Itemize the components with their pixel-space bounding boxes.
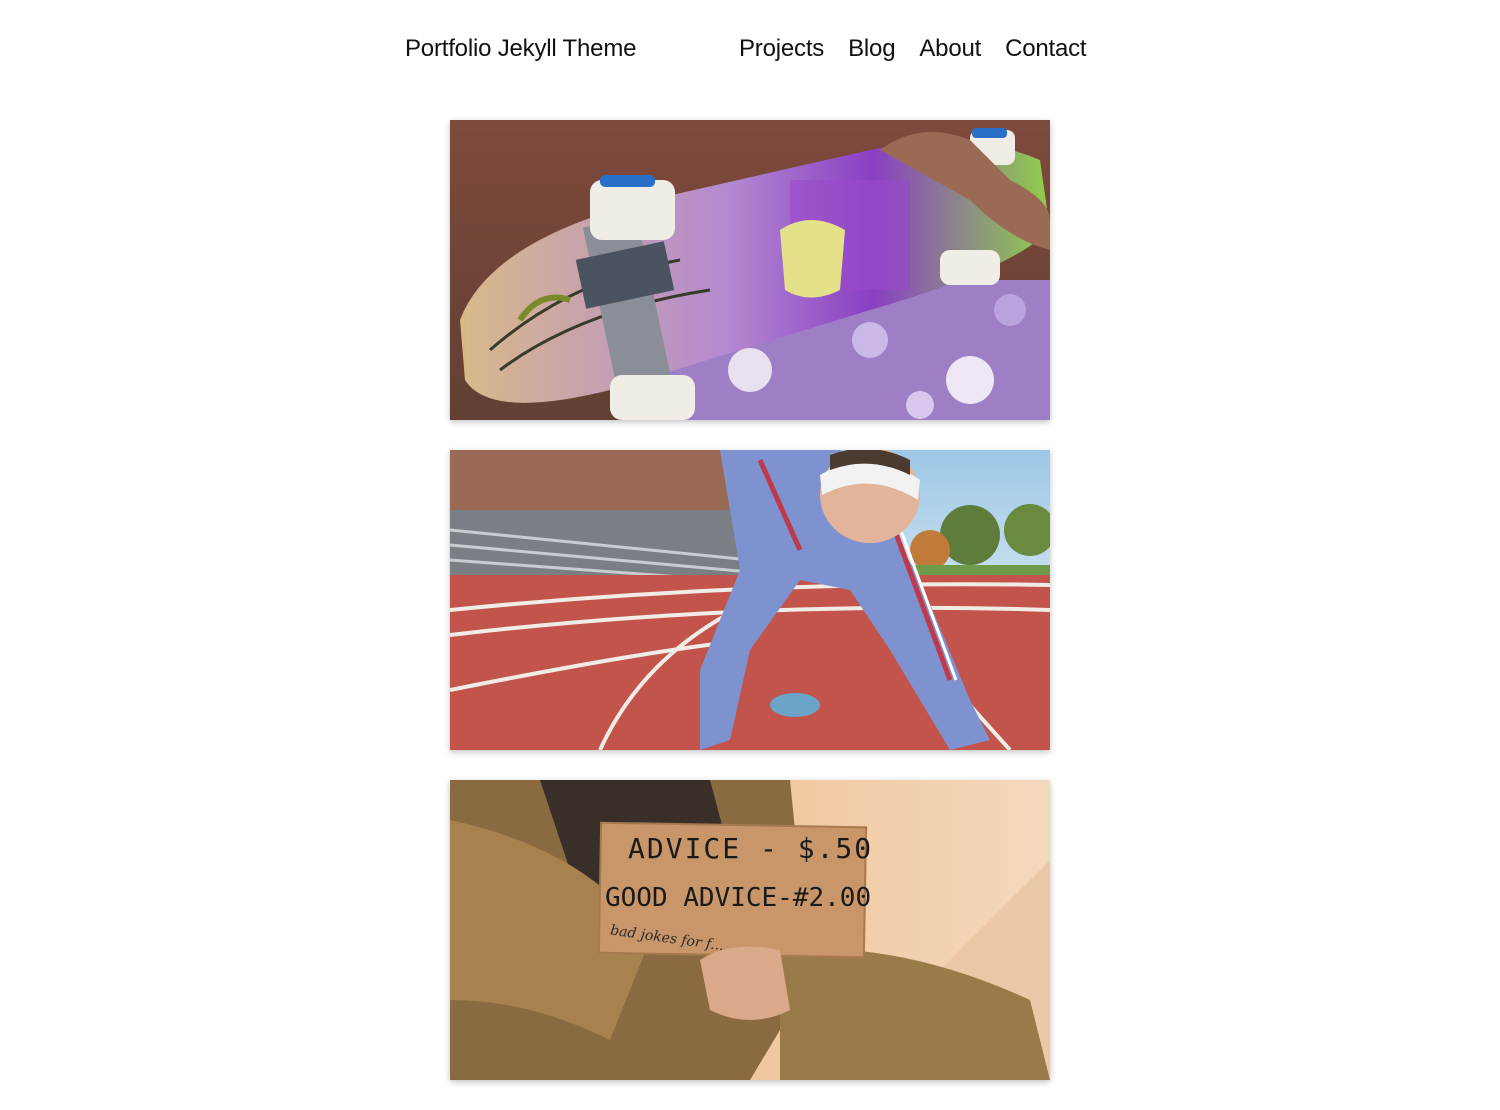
site-title-link[interactable]: Portfolio Jekyll Theme — [405, 33, 636, 65]
site-header: Portfolio Jekyll Theme Projects Blog Abo… — [0, 0, 1500, 100]
project-card-advice-sign[interactable]: ADVICE - $.50 GOOD ADVICE-#2.00 bad joke… — [450, 780, 1050, 1080]
nav-blog[interactable]: Blog — [848, 33, 895, 65]
project-grid: ADVICE - $.50 GOOD ADVICE-#2.00 bad joke… — [450, 120, 1050, 1110]
sign-line-2: GOOD ADVICE-#2.00 — [605, 883, 871, 913]
nav-projects[interactable]: Projects — [739, 33, 824, 65]
cardboard-sign-photo: ADVICE - $.50 GOOD ADVICE-#2.00 bad joke… — [450, 780, 1050, 1080]
sign-line-1: ADVICE - $.50 — [628, 832, 873, 865]
nav-about[interactable]: About — [919, 33, 981, 65]
skateboard-photo — [450, 120, 1050, 420]
main-nav: Projects Blog About Contact — [739, 33, 1087, 65]
runner-on-track-photo — [450, 450, 1050, 750]
nav-contact[interactable]: Contact — [1005, 33, 1087, 65]
project-card-runner[interactable] — [450, 450, 1050, 750]
project-card-skateboard[interactable] — [450, 120, 1050, 420]
